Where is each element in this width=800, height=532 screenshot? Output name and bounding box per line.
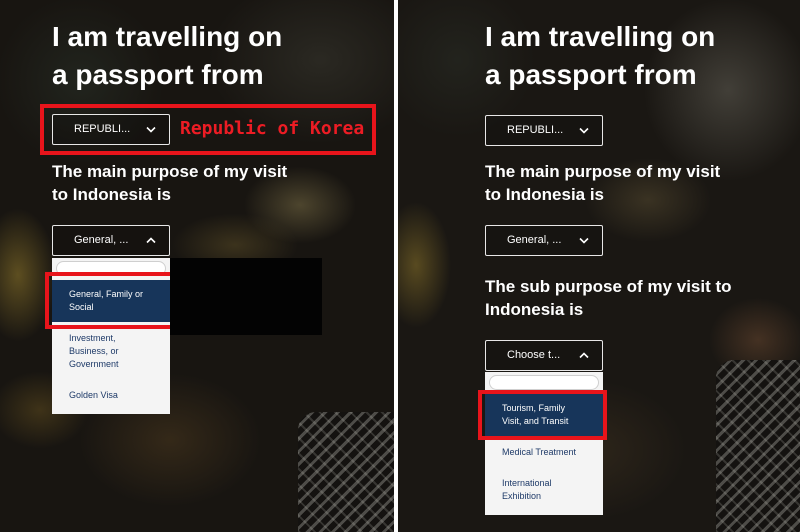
screen-panel-left: I am travelling on a passport from REPUB…	[0, 0, 394, 532]
page-heading: I am travelling on a passport from	[52, 18, 282, 94]
heading-line: a passport from	[52, 59, 264, 90]
dropdown-option[interactable]: Medical Treatment	[485, 438, 603, 467]
redaction-box	[170, 258, 322, 335]
annotation-label: Republic of Korea	[180, 118, 365, 139]
option-label: Investment, Business, or Government	[69, 333, 119, 369]
label-line: The main purpose of my visit	[52, 162, 288, 181]
chevron-down-icon	[579, 127, 589, 134]
visit-sub-purpose-select[interactable]: Choose t...	[485, 340, 603, 371]
chevron-up-icon	[579, 352, 589, 359]
passport-country-select[interactable]: REPUBLI...	[485, 115, 603, 146]
label-line: The main purpose of my visit	[485, 162, 721, 181]
highlight-box	[45, 272, 174, 329]
option-label: International Exhibition	[502, 478, 552, 501]
heading-line: a passport from	[485, 59, 697, 90]
heading-line: I am travelling on	[485, 21, 716, 52]
visit-purpose-select[interactable]: General, ...	[485, 225, 603, 256]
purpose-label: The main purpose of my visit to Indonesi…	[52, 160, 287, 206]
chevron-down-icon	[146, 126, 156, 133]
dropdown-search-input[interactable]	[489, 375, 599, 390]
purpose-label: The main purpose of my visit to Indonesi…	[485, 160, 720, 206]
heading-line: I am travelling on	[52, 21, 283, 52]
dropdown-option[interactable]: Golden Visa	[52, 381, 170, 410]
select-value: General, ...	[74, 234, 129, 246]
sub-purpose-label: The sub purpose of my visit to Indonesia…	[485, 275, 732, 321]
select-value: General, ...	[507, 234, 562, 246]
photo-detail	[298, 412, 394, 532]
visit-purpose-select[interactable]: General, ...	[52, 225, 170, 256]
option-label: Golden Visa	[69, 390, 118, 400]
dropdown-option[interactable]: Investment, Business, or Government	[52, 324, 170, 379]
label-line: The sub purpose of my visit to	[485, 277, 732, 296]
select-value: Choose t...	[507, 349, 561, 361]
option-label: Medical Treatment	[502, 447, 577, 457]
page-heading: I am travelling on a passport from	[485, 18, 715, 94]
label-line: Indonesia is	[485, 300, 584, 319]
chevron-down-icon	[579, 237, 589, 244]
select-value: REPUBLI...	[74, 123, 131, 135]
chevron-up-icon	[146, 237, 156, 244]
photo-detail	[716, 360, 800, 532]
select-value: REPUBLI...	[507, 124, 564, 136]
screen-panel-right: I am travelling on a passport from REPUB…	[398, 0, 800, 532]
label-line: to Indonesia is	[52, 185, 172, 204]
dropdown-option[interactable]: International Exhibition	[485, 469, 603, 511]
passport-country-select[interactable]: REPUBLI...	[52, 114, 170, 145]
highlight-box	[478, 390, 607, 440]
label-line: to Indonesia is	[485, 185, 605, 204]
